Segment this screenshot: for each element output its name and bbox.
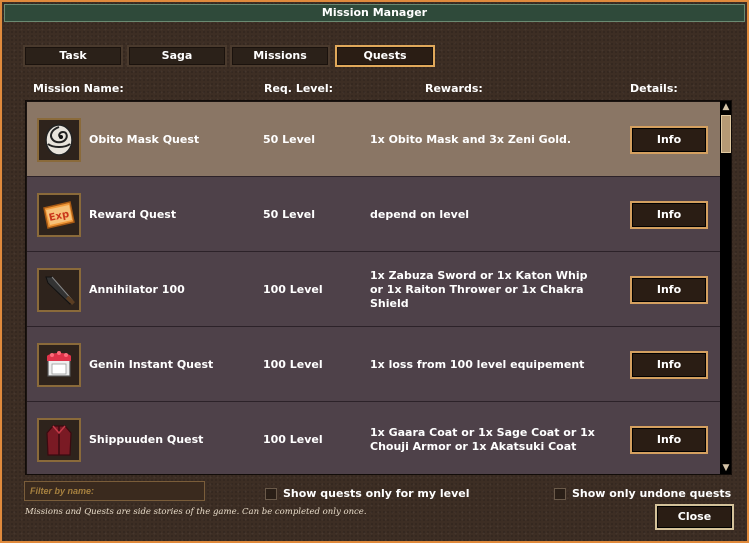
quest-row[interactable]: Genin Instant Quest 100 Level 1x loss fr…	[27, 327, 720, 402]
sword-icon	[37, 268, 81, 312]
quest-name: Shippuuden Quest	[89, 433, 204, 446]
list-scrollbar[interactable]: ▲ ▼	[720, 101, 731, 474]
checkbox-my-level[interactable]: Show quests only for my level	[265, 487, 470, 500]
checkbox-label: Show quests only for my level	[283, 487, 470, 500]
quest-reward: depend on level	[370, 207, 470, 221]
quest-name: Reward Quest	[89, 208, 177, 221]
scroll-down-arrow-icon[interactable]: ▼	[720, 462, 731, 474]
column-header-details: Details:	[630, 82, 678, 95]
tab-missions[interactable]: Missions	[230, 45, 330, 67]
info-button[interactable]: Info	[630, 126, 708, 154]
column-header-name: Mission Name:	[33, 82, 124, 95]
armor-icon	[37, 343, 81, 387]
window-title: Mission Manager	[4, 4, 745, 22]
tab-task[interactable]: Task	[23, 45, 123, 67]
quest-level: 50 Level	[263, 133, 316, 146]
quest-reward: 1x Gaara Coat or 1x Sage Coat or 1x Chou…	[370, 425, 595, 453]
checkbox-box[interactable]	[554, 487, 566, 500]
mask-icon	[37, 118, 81, 162]
quest-row[interactable]: Annihilator 100 100 Level 1x Zabuza Swor…	[27, 252, 720, 327]
exp-scroll-icon: Exp	[37, 193, 81, 237]
filter-input[interactable]	[24, 481, 205, 501]
column-header-level: Req. Level:	[264, 82, 334, 95]
quest-list: Obito Mask Quest 50 Level 1x Obito Mask …	[25, 100, 732, 475]
mission-manager-window: Mission Manager Task Saga Missions Quest…	[0, 0, 749, 543]
quest-row[interactable]: Obito Mask Quest 50 Level 1x Obito Mask …	[27, 102, 720, 177]
quest-level: 100 Level	[263, 433, 323, 446]
checkbox-label: Show only undone quests	[572, 487, 732, 500]
info-button[interactable]: Info	[630, 426, 708, 454]
quest-name: Genin Instant Quest	[89, 358, 214, 371]
quest-reward: 1x Obito Mask and 3x Zeni Gold.	[370, 132, 572, 146]
footnote: Missions and Quests are side stories of …	[25, 507, 367, 517]
tab-quests[interactable]: Quests	[335, 45, 435, 67]
coat-icon	[37, 418, 81, 462]
column-header-rewards: Rewards:	[425, 82, 483, 95]
quest-row[interactable]: Shippuuden Quest 100 Level 1x Gaara Coat…	[27, 402, 720, 474]
checkbox-box[interactable]	[265, 487, 277, 500]
close-button[interactable]: Close	[655, 504, 734, 530]
info-button[interactable]: Info	[630, 351, 708, 379]
quest-reward: 1x Zabuza Sword or 1x Katon Whip or 1x R…	[370, 268, 588, 310]
quest-level: 100 Level	[263, 283, 323, 296]
scroll-thumb[interactable]	[721, 115, 731, 153]
quest-name: Obito Mask Quest	[89, 133, 200, 146]
quest-level: 100 Level	[263, 358, 323, 371]
scroll-up-arrow-icon[interactable]: ▲	[720, 101, 731, 113]
checkbox-undone[interactable]: Show only undone quests	[554, 487, 731, 500]
quest-name: Annihilator 100	[89, 283, 185, 296]
quest-row[interactable]: Exp Reward Quest 50 Level depend on leve…	[27, 177, 720, 252]
quest-reward: 1x loss from 100 level equipement	[370, 357, 585, 371]
info-button[interactable]: Info	[630, 201, 708, 229]
quest-level: 50 Level	[263, 208, 316, 221]
tab-saga[interactable]: Saga	[127, 45, 227, 67]
info-button[interactable]: Info	[630, 276, 708, 304]
